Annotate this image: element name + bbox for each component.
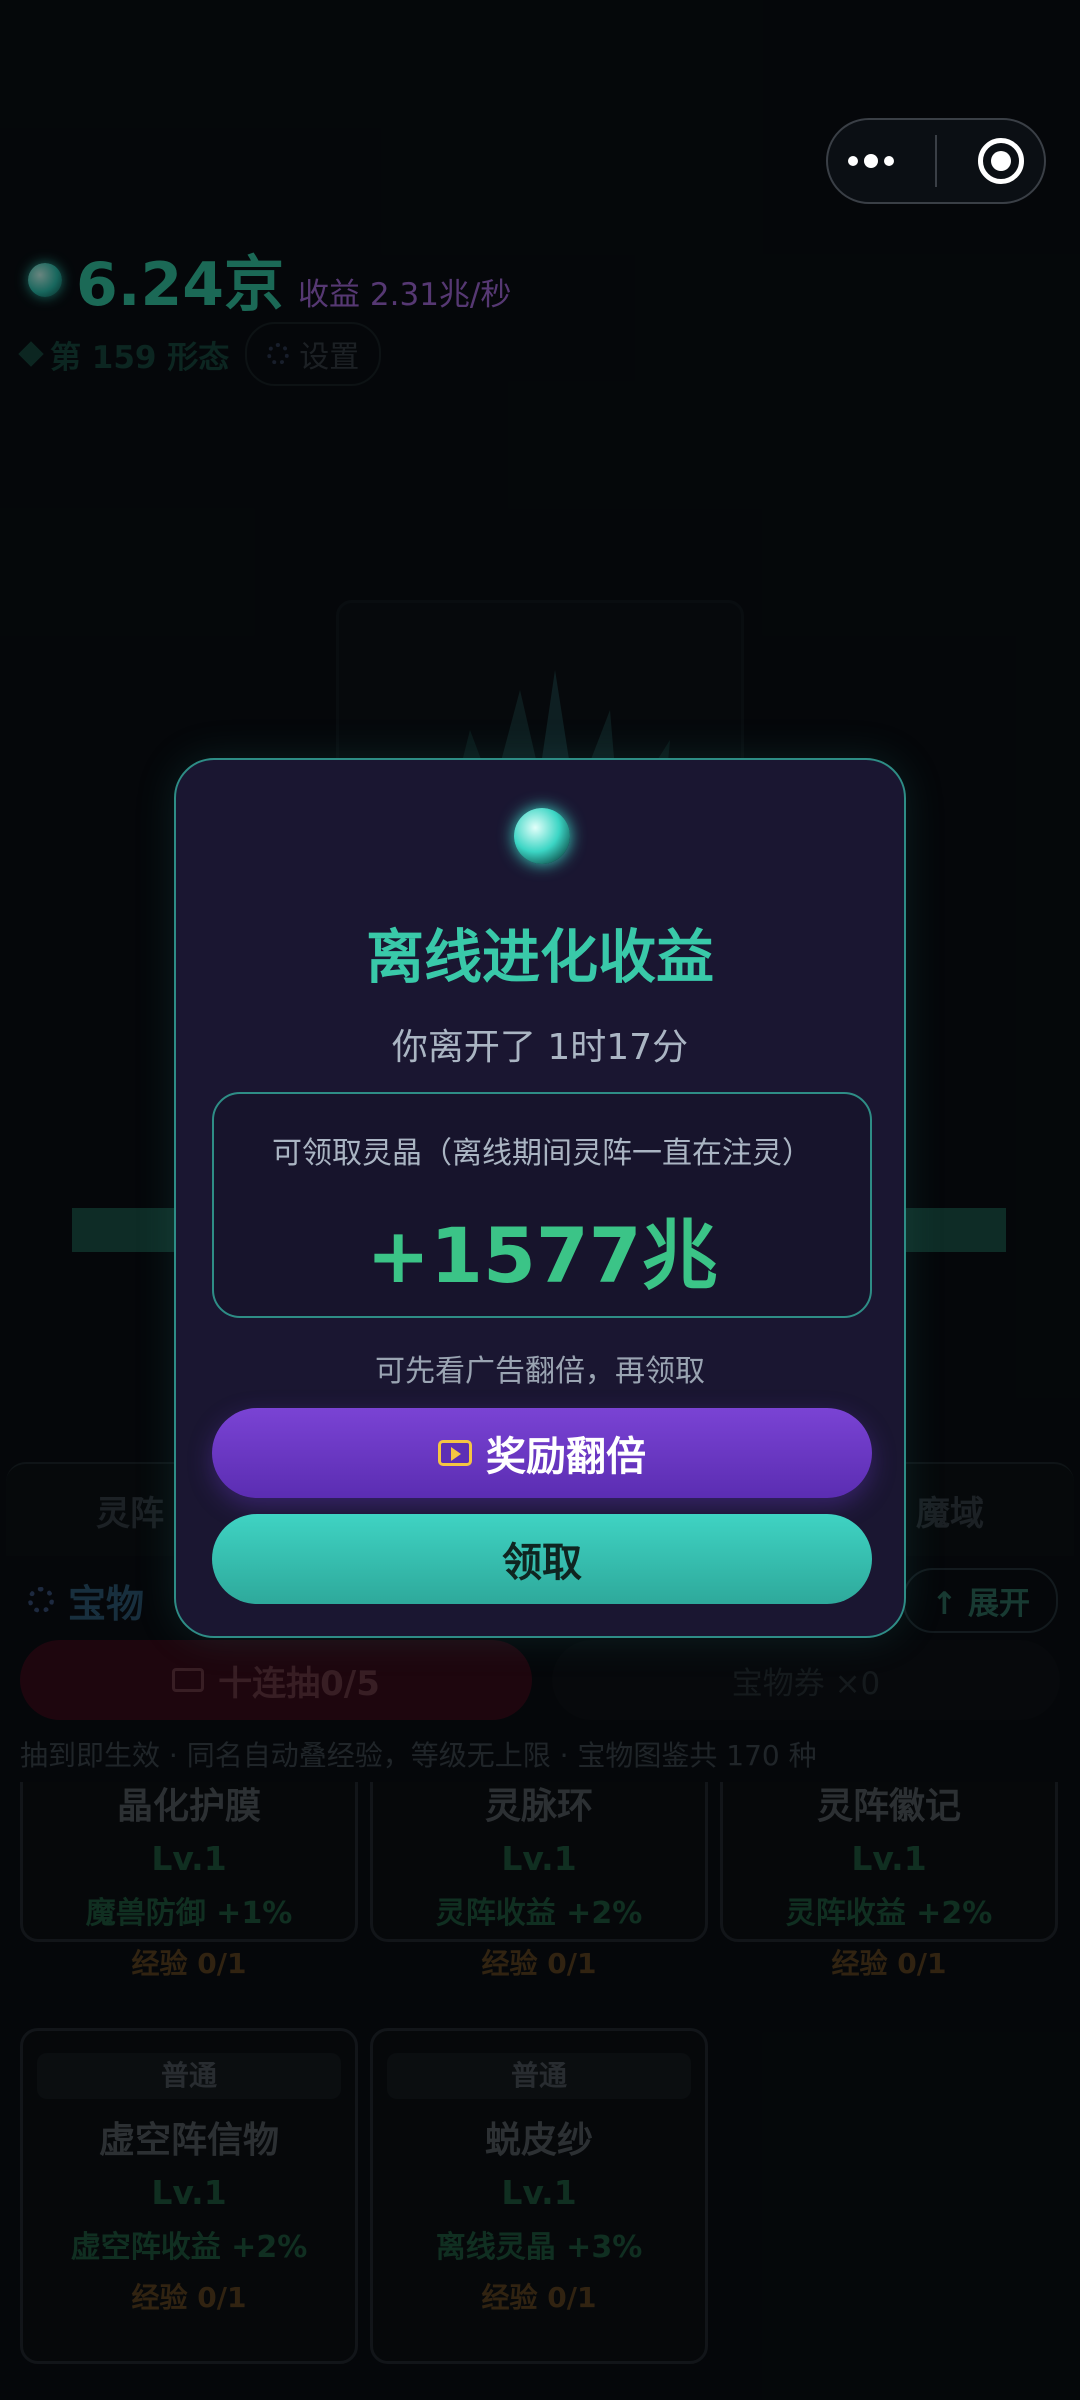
reward-label: 可领取灵晶（离线期间灵阵一直在注灵） bbox=[272, 1136, 812, 1171]
reward-box: 可领取灵晶（离线期间灵阵一直在注灵） +1577兆 bbox=[212, 1092, 872, 1318]
play-video-icon bbox=[438, 1440, 472, 1466]
capsule-divider bbox=[934, 135, 937, 187]
away-duration: 你离开了 1时17分 bbox=[391, 1027, 689, 1068]
reward-amount: +1577兆 bbox=[366, 1211, 718, 1300]
double-reward-button[interactable]: 奖励翻倍 bbox=[212, 1408, 872, 1498]
crystal-orb-icon bbox=[514, 808, 570, 864]
claim-button[interactable]: 领取 bbox=[212, 1514, 872, 1604]
modal-title: 离线进化收益 bbox=[365, 923, 714, 991]
double-reward-label: 奖励翻倍 bbox=[486, 1434, 646, 1480]
target-close-icon[interactable] bbox=[977, 138, 1024, 184]
more-dots-icon[interactable] bbox=[848, 154, 895, 168]
miniprogram-capsule bbox=[826, 118, 1046, 204]
offline-reward-modal: 离线进化收益 你离开了 1时17分 可领取灵晶（离线期间灵阵一直在注灵） +15… bbox=[174, 758, 906, 1638]
game-screen: 6.24京 收益 2.31兆/秒 第 159 形态 设置 灵阵 魔域 宝物 ↑ … bbox=[0, 0, 1080, 2400]
ad-hint: 可先看广告翻倍，再领取 bbox=[375, 1354, 705, 1389]
